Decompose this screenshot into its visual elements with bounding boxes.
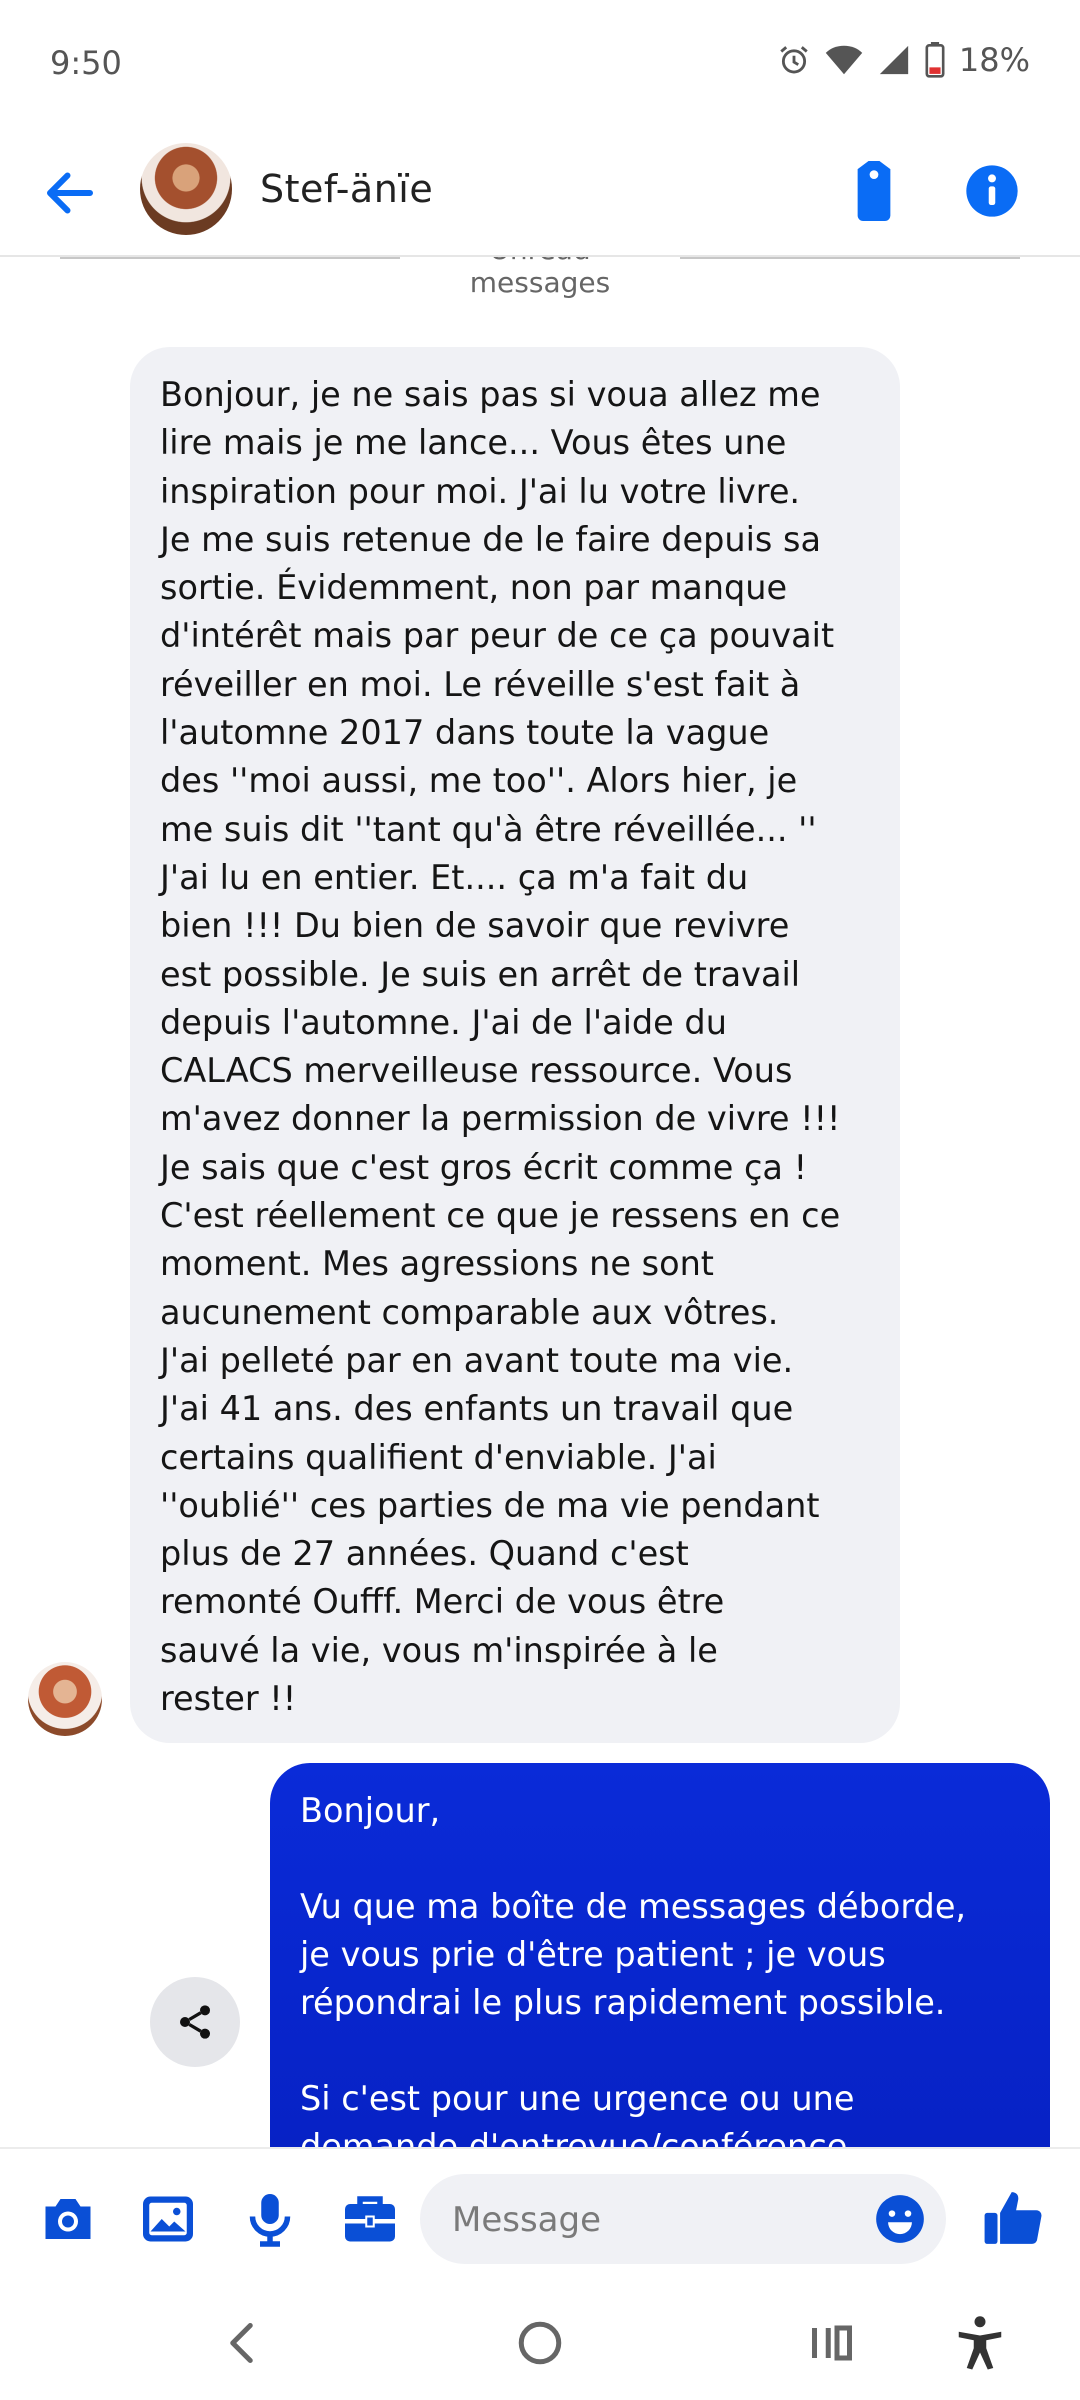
back-button[interactable]	[40, 163, 100, 223]
contact-avatar[interactable]	[140, 143, 232, 235]
status-bar: 9:50 18%	[0, 0, 1080, 125]
recents-icon	[812, 2325, 852, 2361]
nav-back-button[interactable]	[214, 2313, 274, 2373]
message-input[interactable]	[450, 2174, 874, 2266]
gallery-button[interactable]	[138, 2189, 198, 2249]
share-button[interactable]	[150, 1977, 240, 2067]
wifi-icon	[825, 43, 863, 77]
emoji-icon	[876, 2195, 924, 2243]
contact-name[interactable]: Stef-änïe	[260, 167, 433, 211]
system-nav-bar	[0, 2287, 1080, 2400]
nav-home-button[interactable]	[510, 2313, 570, 2373]
accessibility-button[interactable]	[950, 2313, 1010, 2373]
share-icon	[180, 2005, 210, 2039]
divider-line	[680, 257, 1020, 259]
outgoing-message[interactable]: Bonjour, Vu que ma boîte de messages déb…	[270, 1763, 1050, 2147]
nav-back-icon	[230, 2323, 253, 2363]
unread-label: Unread messages	[469, 257, 611, 299]
microphone-icon	[249, 2194, 291, 2247]
chat-header: Stef-änïe	[0, 125, 1080, 257]
nav-recents-button[interactable]	[802, 2313, 862, 2373]
emoji-button[interactable]	[874, 2193, 926, 2245]
alarm-icon	[777, 43, 811, 77]
battery-percentage: 18%	[958, 41, 1030, 79]
tag-button[interactable]	[846, 161, 902, 221]
info-button[interactable]	[964, 163, 1020, 219]
message-input-container	[420, 2174, 946, 2266]
status-time: 9:50	[50, 44, 122, 82]
camera-button[interactable]	[38, 2189, 98, 2249]
status-icons: 18%	[777, 40, 1030, 80]
conversation[interactable]: Unread messages Bonjour, je ne sais pas …	[0, 257, 1080, 2147]
tag-icon	[857, 161, 891, 221]
incoming-message[interactable]: Bonjour, je ne sais pas si voua allez me…	[130, 347, 900, 1743]
microphone-button[interactable]	[240, 2189, 300, 2249]
image-icon	[143, 2196, 193, 2242]
thumbs-up-icon	[984, 2192, 1042, 2244]
sender-avatar[interactable]	[28, 1662, 102, 1736]
composer-bar	[0, 2147, 1080, 2289]
back-arrow-icon	[47, 172, 93, 214]
info-icon	[966, 165, 1018, 217]
accessibility-icon	[958, 2316, 1002, 2370]
camera-icon	[45, 2199, 91, 2239]
briefcase-button[interactable]	[340, 2189, 400, 2249]
briefcase-icon	[345, 2196, 395, 2242]
home-icon	[518, 2321, 562, 2365]
like-button[interactable]	[982, 2187, 1044, 2249]
divider-line	[60, 257, 400, 259]
battery-icon	[925, 42, 945, 78]
unread-divider: Unread messages	[60, 257, 1020, 299]
signal-icon	[877, 43, 911, 77]
